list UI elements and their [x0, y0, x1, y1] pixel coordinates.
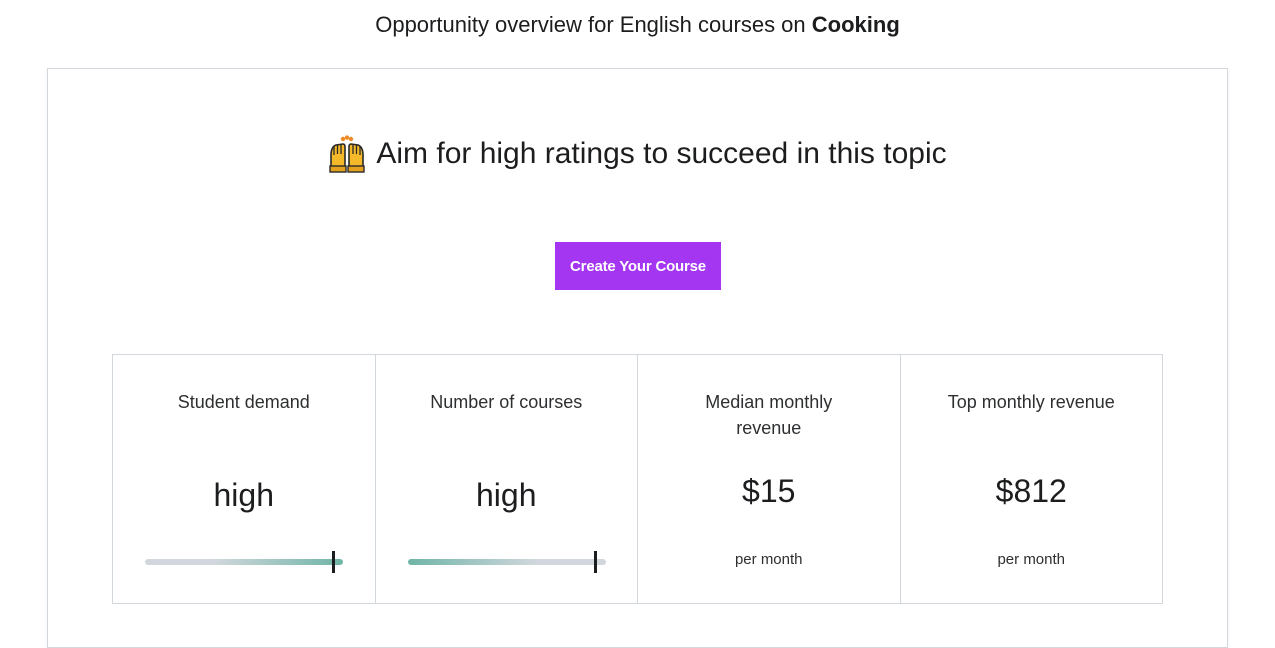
metric-top-monthly-revenue: Top monthly revenue $812 per month: [901, 355, 1163, 603]
bar-marker: [594, 551, 598, 573]
metric-value: $15: [742, 473, 796, 509]
headline-text: Aim for high ratings to succeed in this …: [376, 137, 947, 170]
page-title-prefix: Opportunity overview for English courses…: [375, 12, 812, 37]
courses-level-bar: [407, 551, 606, 573]
demand-level-bar: [145, 551, 343, 573]
metric-number-of-courses: Number of courses high: [376, 355, 638, 603]
metric-title: Student demand: [177, 392, 310, 412]
metric-median-monthly-revenue: Median monthly revenue $15 per month: [638, 355, 901, 603]
topic-name: Cooking: [811, 12, 900, 37]
create-course-button[interactable]: Create Your Course: [555, 242, 721, 290]
metric-value: high: [476, 477, 537, 513]
metric-student-demand: Student demand high: [113, 355, 376, 603]
opportunity-card: Aim for high ratings to succeed in this …: [47, 68, 1228, 648]
metrics-grid: Student demand high Number of courses hi…: [112, 354, 1163, 604]
metric-unit: per month: [997, 551, 1066, 568]
metric-unit: per month: [734, 551, 803, 568]
metric-title: Median monthly revenue: [705, 392, 833, 438]
page-title: Opportunity overview for English courses…: [0, 12, 1275, 38]
headline: Aim for high ratings to succeed in this …: [48, 135, 1227, 173]
metric-value: $812: [995, 473, 1067, 509]
metric-title: Top monthly revenue: [947, 392, 1115, 412]
bar-marker: [331, 551, 335, 573]
bar-track: [407, 559, 606, 565]
metric-title: Number of courses: [430, 392, 583, 412]
metric-value: high: [213, 477, 275, 513]
raising-hands-icon: [328, 135, 366, 173]
bar-track: [145, 559, 343, 565]
